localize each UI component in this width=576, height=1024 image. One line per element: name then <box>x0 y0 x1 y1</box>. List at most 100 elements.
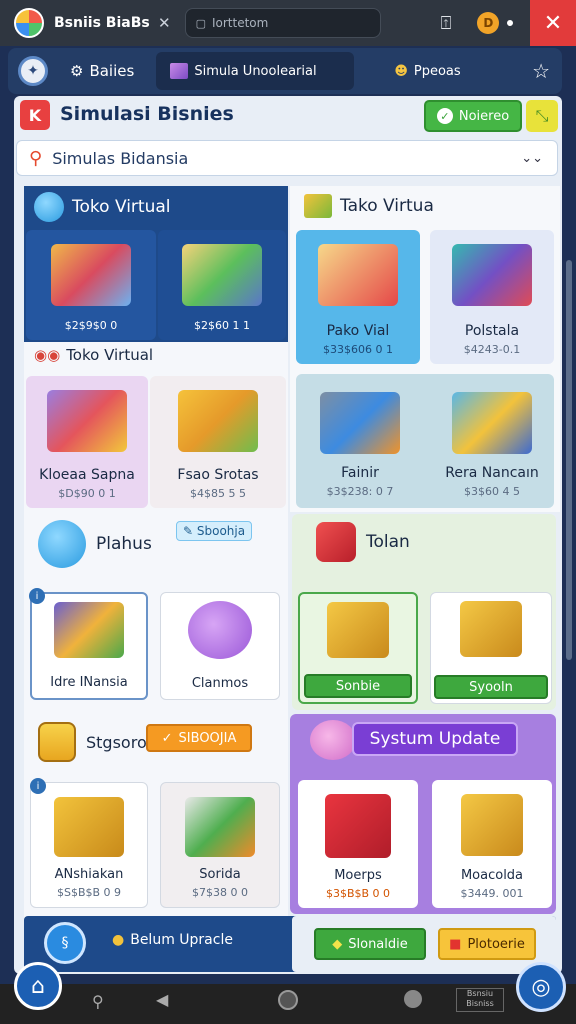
tag-icon: ✎ <box>183 524 197 538</box>
address-text: Iorttetom <box>211 16 269 30</box>
plotoerie-button[interactable]: ■ Plotoerie <box>438 928 536 960</box>
watermark: Bsnsiu Bisniss <box>456 988 504 1012</box>
scrollbar[interactable] <box>566 260 572 660</box>
briefcase-illustration <box>460 601 522 657</box>
briefcase-illustration <box>461 794 523 856</box>
chart-icon[interactable]: § <box>44 922 86 964</box>
tab-close-icon[interactable]: ✕ <box>158 14 171 32</box>
product-tile[interactable]: Fsao Srotas $4$85 5 5 <box>150 376 286 508</box>
price: $7$38 0 0 <box>192 886 248 899</box>
boxes-illustration <box>182 244 262 306</box>
product-name: Clanmos <box>191 676 249 691</box>
lock-icon: ▢ <box>195 16 206 30</box>
cart-illustration <box>54 797 124 857</box>
blocks-illustration <box>452 244 532 306</box>
product-name: Moerps <box>334 868 382 883</box>
product-name: Pako Vial <box>326 323 390 339</box>
search-icon: ⚲ <box>29 147 43 169</box>
address-bar[interactable]: ▢ Iorttetom <box>184 8 381 38</box>
recents-icon[interactable] <box>404 990 422 1008</box>
search-icon[interactable]: ⚲ <box>92 992 104 1011</box>
price: $4$85 5 5 <box>190 487 246 500</box>
price: $3449. 001 <box>460 887 524 900</box>
product-tile[interactable]: $2$60 1 1 <box>158 230 286 340</box>
toko-virtual-header: Toko Virtual <box>34 192 171 222</box>
button-label: Noiereo <box>458 108 510 124</box>
stgsoro-button[interactable]: ✓ SIBOOJIA <box>146 724 252 752</box>
expand-icon[interactable]: ⤡ <box>526 100 558 132</box>
window-close-button[interactable]: ✕ <box>530 0 576 46</box>
price: $2$9$0 0 <box>64 319 118 332</box>
handshake-illustration <box>54 602 124 658</box>
price: $2$60 1 1 <box>194 319 250 332</box>
piggy-bank-icon <box>310 720 356 760</box>
tolan-header: Tolan <box>316 522 410 562</box>
button-label: Slonaldie <box>348 936 408 952</box>
home-icon[interactable]: ⌂ <box>14 962 62 1010</box>
section-title: Plahus <box>96 534 152 554</box>
globe-icon[interactable]: ✦ <box>18 56 48 86</box>
header-action-button[interactable]: ✓ Noiereo <box>424 100 522 132</box>
info-icon[interactable]: i <box>30 778 46 794</box>
product-name: Kloeaa Sapna <box>39 467 135 483</box>
product-tile[interactable]: Idre INansia <box>30 592 148 700</box>
coin-icon[interactable]: D <box>477 12 500 34</box>
mascot-icon <box>34 192 64 222</box>
tab-ppeoas[interactable]: ☻ Ppeoas <box>394 64 460 79</box>
app-k-icon: K <box>20 100 50 130</box>
plahus-badge[interactable]: ✎ Sboohja <box>176 521 253 541</box>
toko-virtual-subheader: ◉◉ Toko Virtual <box>34 346 153 364</box>
product-tile[interactable]: Rera Nancaın $3$60 4 5 <box>430 378 554 506</box>
system-update-button[interactable]: Systum Update <box>352 722 518 756</box>
share-icon[interactable]: ⍐ <box>441 13 452 34</box>
product-tile[interactable]: Sonbie <box>298 592 418 704</box>
tab-label: Baiies <box>89 62 135 80</box>
shop-illustration <box>47 390 127 452</box>
box-icon <box>170 63 189 79</box>
price: $3$238: 0 7 <box>326 485 394 498</box>
product-tile[interactable]: Moacolda $3449. 001 <box>432 780 552 908</box>
product-tile[interactable]: Sorida $7$38 0 0 <box>160 782 280 908</box>
product-tile[interactable]: $2$9$0 0 <box>26 230 156 340</box>
product-tile[interactable]: Moerps $3$B$B 0 0 <box>298 780 418 908</box>
product-name: ANshiakan <box>54 867 124 882</box>
home-circle-icon[interactable] <box>278 990 298 1010</box>
product-tile[interactable]: Kloeaa Sapna $D$90 0 1 <box>26 376 148 508</box>
section-title: Tolan <box>366 532 410 552</box>
chevron-down-icon[interactable]: ⌄⌄ <box>521 151 543 166</box>
search-value: Simulas Bidansia <box>52 148 189 168</box>
product-name: Fainir <box>341 465 379 481</box>
gift-icon: ■ <box>449 936 462 952</box>
chat-icon[interactable]: ◎ <box>516 962 566 1012</box>
product-tile[interactable]: Polstala $4243-0.1 <box>430 230 554 364</box>
back-icon[interactable]: ◀ <box>156 990 168 1009</box>
section-title: Stgsoro <box>86 732 147 752</box>
tab-simula[interactable]: Simula Unoolearial <box>156 52 355 90</box>
tab-baiies[interactable]: ⚙ Baiies <box>70 62 134 80</box>
section-title: Toko Virtual <box>72 197 171 217</box>
top-nav: ✦ ⚙ Baiies Simula Unoolearial ☻ Ppeoas ☆ <box>8 48 562 94</box>
gift-illustration <box>318 244 398 306</box>
select-button[interactable]: Syooln <box>434 675 548 699</box>
update-status: ● Belum Upracle <box>112 932 233 948</box>
section-title: Toko Virtual <box>66 346 154 364</box>
product-name: Sorida <box>199 867 241 882</box>
slonaldie-button[interactable]: ◆ Slonaldie <box>314 928 426 960</box>
star-icon[interactable]: ☆ <box>532 59 550 83</box>
select-button[interactable]: Sonbie <box>304 674 412 698</box>
cash-register-icon <box>316 522 356 562</box>
info-icon[interactable]: i <box>29 588 45 604</box>
tako-virtua-header: Tako Virtua <box>304 194 434 218</box>
product-tile[interactable]: Pako Vial $33$606 0 1 <box>296 230 420 364</box>
product-tile[interactable]: Syooln <box>430 592 552 704</box>
search-input[interactable]: ⚲ Simulas Bidansia ⌄⌄ <box>16 140 558 176</box>
briefcase-illustration <box>327 602 389 658</box>
product-tile[interactable]: Fainir $3$238: 0 7 <box>298 378 422 506</box>
product-tile[interactable]: Clanmos <box>160 592 280 700</box>
user-gear-icon: ⚙ <box>70 62 84 80</box>
section-title: Tako Virtua <box>340 196 434 216</box>
product-tile[interactable]: ANshiakan $S$B$B 0 9 <box>30 782 148 908</box>
badge-label: Sboohja <box>196 524 246 538</box>
plahus-header: Plahus <box>38 520 152 568</box>
menu-dot-icon[interactable] <box>507 20 514 26</box>
